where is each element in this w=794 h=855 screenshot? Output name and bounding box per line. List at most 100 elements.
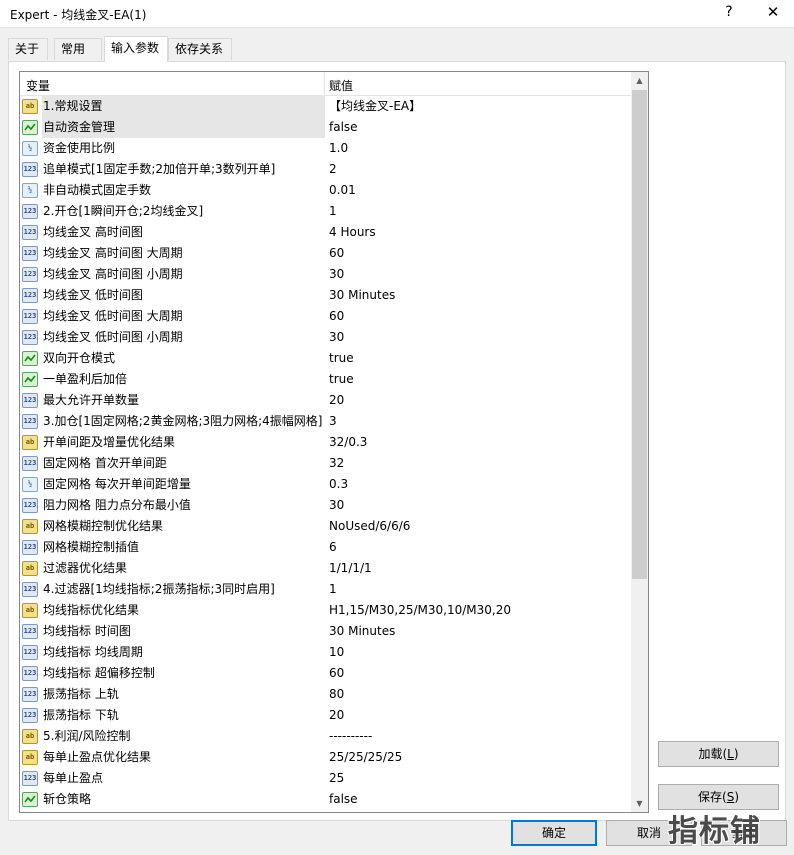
table-row[interactable]: 123 均线指标 时间图 30 Minutes: [20, 621, 631, 642]
close-button[interactable]: ✕: [756, 0, 790, 26]
row-value[interactable]: 6: [329, 537, 337, 558]
row-value[interactable]: 1.0: [329, 138, 348, 159]
table-row[interactable]: 123 均线指标 均线周期 10: [20, 642, 631, 663]
vertical-scrollbar[interactable]: ▲ ▼: [631, 72, 648, 812]
row-value[interactable]: 1/1/1/1: [329, 558, 372, 579]
header-variable[interactable]: 变量: [26, 77, 50, 94]
integer-type-icon: 123: [22, 624, 38, 639]
row-value[interactable]: 25/25/25/25: [329, 747, 402, 768]
row-value[interactable]: 30: [329, 495, 344, 516]
tab-inputs[interactable]: 输入参数: [104, 36, 168, 62]
table-row[interactable]: ab 5.利润/风险控制 ----------: [20, 726, 631, 747]
row-value[interactable]: false: [329, 117, 358, 138]
row-value[interactable]: 1: [329, 201, 337, 222]
row-variable-name: 振荡指标 上轨: [43, 687, 119, 701]
grid-rows: ab 1.常规设置 【均线金叉-EA】 自动资金管理 false ½ 资金使用比例 1.0 12…: [20, 96, 631, 810]
table-row[interactable]: 斩仓策略 false: [20, 789, 631, 810]
row-value[interactable]: 2: [329, 159, 337, 180]
row-value[interactable]: 30: [329, 264, 344, 285]
row-variable-name: 4.过滤器[1均线指标;2振荡指标;3同时启用]: [43, 582, 275, 596]
row-value[interactable]: 80: [329, 684, 344, 705]
header-value[interactable]: 赋值: [329, 77, 353, 94]
table-row[interactable]: 123 阻力网格 阻力点分布最小值 30: [20, 495, 631, 516]
integer-type-icon: 123: [22, 204, 38, 219]
table-row[interactable]: 123 最大允许开单数量 20: [20, 390, 631, 411]
row-value[interactable]: false: [329, 789, 358, 810]
table-row[interactable]: 123 每单止盈点 25: [20, 768, 631, 789]
column-separator[interactable]: [324, 72, 325, 96]
table-row[interactable]: 123 均线金叉 高时间图 大周期 60: [20, 243, 631, 264]
row-value[interactable]: 30 Minutes: [329, 285, 395, 306]
ok-button[interactable]: 确定: [511, 820, 597, 846]
row-value[interactable]: 1: [329, 579, 337, 600]
row-value[interactable]: true: [329, 369, 354, 390]
row-value[interactable]: 【均线金叉-EA】: [329, 96, 421, 117]
integer-type-icon: 123: [22, 540, 38, 555]
tab-dependencies[interactable]: 依存关系: [168, 38, 232, 60]
table-row[interactable]: ab 开单间距及增量优化结果 32/0.3: [20, 432, 631, 453]
table-row[interactable]: ½ 资金使用比例 1.0: [20, 138, 631, 159]
scroll-up-icon[interactable]: ▲: [631, 72, 648, 89]
integer-type-icon: 123: [22, 456, 38, 471]
row-value[interactable]: ----------: [329, 726, 372, 747]
table-row[interactable]: ab 网格模糊控制优化结果 NoUsed/6/6/6: [20, 516, 631, 537]
table-row[interactable]: 123 固定网格 首次开单间距 32: [20, 453, 631, 474]
bool-type-icon: [22, 792, 38, 807]
row-value[interactable]: 0.3: [329, 474, 348, 495]
table-row[interactable]: ab 每单止盈点优化结果 25/25/25/25: [20, 747, 631, 768]
row-value[interactable]: 30 Minutes: [329, 621, 395, 642]
table-row[interactable]: ½ 非自动模式固定手数 0.01: [20, 180, 631, 201]
table-row[interactable]: 123 网格模糊控制插值 6: [20, 537, 631, 558]
row-value[interactable]: 32: [329, 453, 344, 474]
table-row[interactable]: 123 均线指标 超偏移控制 60: [20, 663, 631, 684]
row-variable-name: 自动资金管理: [42, 117, 325, 138]
row-value[interactable]: 32/0.3: [329, 432, 367, 453]
table-row[interactable]: 双向开仓模式 true: [20, 348, 631, 369]
scroll-down-icon[interactable]: ▼: [631, 795, 648, 812]
row-value[interactable]: 4 Hours: [329, 222, 376, 243]
row-value[interactable]: 60: [329, 243, 344, 264]
load-button[interactable]: 加载(L): [658, 741, 779, 767]
row-value[interactable]: 10: [329, 642, 344, 663]
scroll-thumb[interactable]: [632, 90, 647, 579]
table-row[interactable]: 123 追单模式[1固定手数;2加倍开单;3数列开单] 2: [20, 159, 631, 180]
row-value[interactable]: H1,15/M30,25/M30,10/M30,20: [329, 600, 511, 621]
row-value[interactable]: true: [329, 348, 354, 369]
table-row[interactable]: 123 3.加仓[1固定网格;2黄金网格;3阻力网格;4振幅网格] 3: [20, 411, 631, 432]
help-button[interactable]: ?: [712, 0, 746, 26]
row-value[interactable]: 20: [329, 705, 344, 726]
row-value[interactable]: 20: [329, 390, 344, 411]
table-row[interactable]: 123 2.开仓[1瞬间开仓;2均线金叉] 1: [20, 201, 631, 222]
double-type-icon: ½: [22, 141, 38, 156]
double-type-icon: ½: [22, 183, 38, 198]
table-row[interactable]: 一单盈利后加倍 true: [20, 369, 631, 390]
table-row[interactable]: 123 均线金叉 低时间图 大周期 60: [20, 306, 631, 327]
row-variable-name: 均线指标优化结果: [43, 603, 140, 617]
table-row[interactable]: ab 均线指标优化结果 H1,15/M30,25/M30,10/M30,20: [20, 600, 631, 621]
row-value[interactable]: 0.01: [329, 180, 356, 201]
table-row[interactable]: 自动资金管理 false: [20, 117, 631, 138]
integer-type-icon: 123: [22, 309, 38, 324]
table-row[interactable]: ½ 固定网格 每次开单间距增量 0.3: [20, 474, 631, 495]
row-variable-name: 均线指标 均线周期: [43, 645, 143, 659]
table-row[interactable]: ab 过滤器优化结果 1/1/1/1: [20, 558, 631, 579]
table-row[interactable]: 123 均线金叉 高时间图 小周期 30: [20, 264, 631, 285]
row-variable-name: 过滤器优化结果: [43, 561, 128, 575]
table-row[interactable]: 123 振荡指标 下轨 20: [20, 705, 631, 726]
table-row[interactable]: 123 均线金叉 低时间图 小周期 30: [20, 327, 631, 348]
row-value[interactable]: 60: [329, 306, 344, 327]
table-row[interactable]: 123 均线金叉 低时间图 30 Minutes: [20, 285, 631, 306]
row-variable-name: 每单止盈点优化结果: [43, 750, 152, 764]
row-value[interactable]: 60: [329, 663, 344, 684]
table-row[interactable]: 123 均线金叉 高时间图 4 Hours: [20, 222, 631, 243]
table-row[interactable]: 123 4.过滤器[1均线指标;2振荡指标;3同时启用] 1: [20, 579, 631, 600]
row-value[interactable]: NoUsed/6/6/6: [329, 516, 410, 537]
row-value[interactable]: 30: [329, 327, 344, 348]
row-value[interactable]: 3: [329, 411, 337, 432]
table-row[interactable]: 123 振荡指标 上轨 80: [20, 684, 631, 705]
table-row[interactable]: ab 1.常规设置 【均线金叉-EA】: [20, 96, 631, 117]
tab-common[interactable]: 常用: [54, 38, 102, 60]
save-button[interactable]: 保存(S): [658, 784, 779, 810]
tab-about[interactable]: 关于: [8, 38, 48, 60]
row-value[interactable]: 25: [329, 768, 344, 789]
